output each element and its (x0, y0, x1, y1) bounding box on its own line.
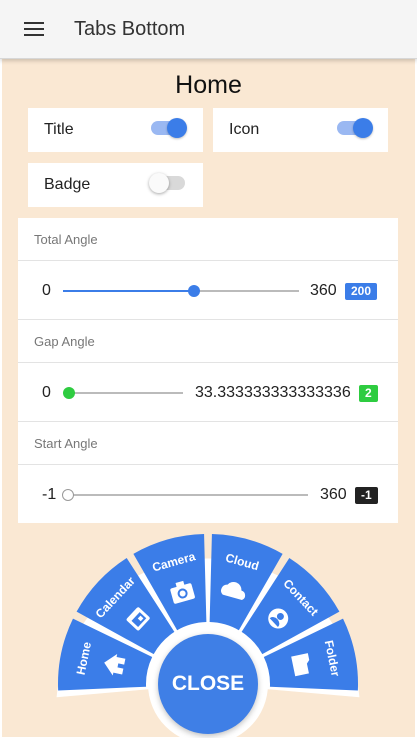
start-angle-min: -1 (42, 486, 57, 503)
page-title: Home (175, 71, 242, 99)
start-angle-header: Start Angle (18, 422, 398, 465)
total-angle-thumb[interactable] (188, 285, 201, 297)
total-angle-label: Total Angle (34, 232, 98, 247)
badge-toggle-card: Badge (28, 163, 203, 207)
icon-toggle-card: Icon (213, 108, 388, 152)
radial-tab-menu: Home Calendar Camera Cloud Contact Folder CLO… (2, 527, 415, 737)
gap-angle-slider[interactable] (63, 387, 183, 399)
gap-angle-row: 0 33.333333333333336 2 (18, 363, 398, 422)
icon-toggle-switch[interactable] (337, 118, 373, 138)
gap-angle-label: Gap Angle (34, 334, 95, 349)
badge-toggle-switch[interactable] (149, 173, 185, 193)
title-toggle-label: Title (44, 121, 74, 138)
app-bar: Tabs Bottom (0, 0, 417, 59)
badge-toggle-label: Badge (44, 176, 91, 193)
gap-angle-max: 33.333333333333336 (195, 384, 351, 401)
icon-toggle-label: Icon (229, 121, 260, 138)
gap-angle-min: 0 (42, 384, 51, 401)
title-toggle-switch[interactable] (151, 118, 187, 138)
total-angle-header: Total Angle (18, 218, 398, 261)
app-title: Tabs Bottom (74, 18, 186, 40)
title-toggle-card: Title (28, 108, 203, 152)
gap-angle-thumb[interactable] (63, 387, 75, 399)
total-angle-min: 0 (42, 282, 51, 299)
total-angle-max: 360 (310, 282, 337, 299)
total-angle-value-badge: 200 (345, 283, 378, 300)
menu-icon[interactable] (24, 22, 44, 38)
total-angle-row: 0 360 200 (18, 261, 398, 320)
start-angle-thumb[interactable] (62, 489, 74, 501)
start-angle-row: -1 360 -1 (18, 465, 398, 524)
gap-angle-header: Gap Angle (18, 320, 398, 363)
total-angle-slider[interactable] (63, 285, 299, 297)
gap-angle-value-badge: 2 (359, 385, 378, 402)
start-angle-label: Start Angle (34, 436, 98, 451)
start-angle-slider[interactable] (62, 489, 308, 501)
start-angle-value-badge: -1 (355, 487, 378, 504)
close-button[interactable]: CLOSE (158, 634, 258, 734)
content-area: Home Title Icon Badge Total Angle 0 360 … (2, 59, 415, 737)
start-angle-max: 360 (320, 486, 347, 503)
slider-panel: Total Angle 0 360 200 Gap Angle 0 33.333… (18, 218, 398, 523)
